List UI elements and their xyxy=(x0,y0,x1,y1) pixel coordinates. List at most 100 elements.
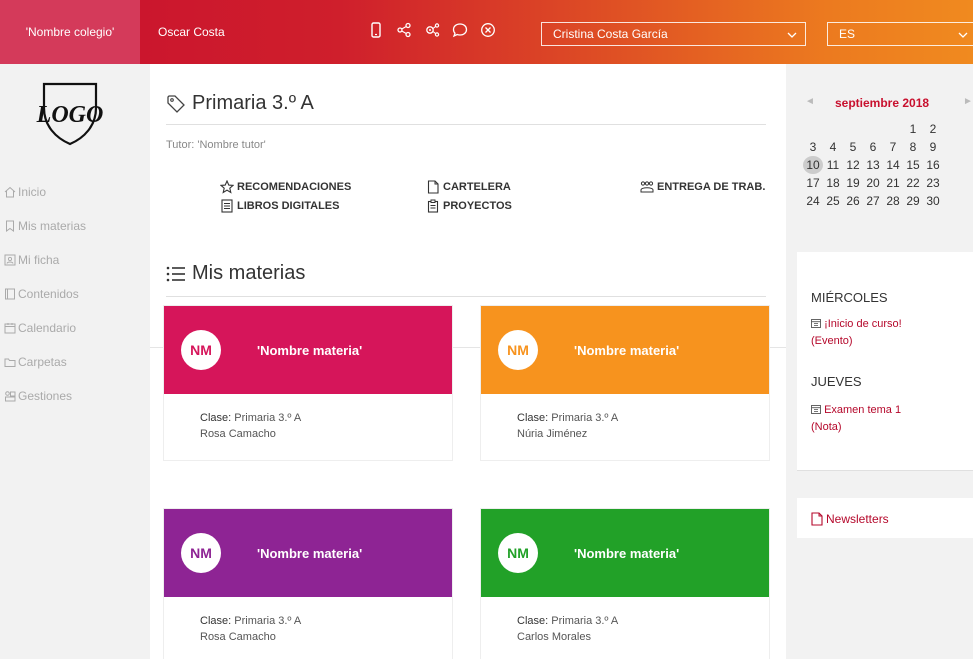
calendar-day[interactable]: 24 xyxy=(803,194,823,208)
tutor-label: Tutor: 'Nombre tutor' xyxy=(166,139,266,151)
link-cartelera[interactable]: CARTELERA xyxy=(426,180,511,194)
subject-card-header: NM 'Nombre materia' xyxy=(481,306,769,394)
star-icon xyxy=(220,180,234,194)
id-card-icon xyxy=(4,254,16,266)
link-entrega-trabajos[interactable]: ENTREGA DE TRAB. xyxy=(640,180,765,194)
calendar-day[interactable]: 16 xyxy=(923,158,943,172)
class-value: Primaria 3.º A xyxy=(234,412,302,424)
link-libros-digitales[interactable]: LIBROS DIGITALES xyxy=(220,199,339,213)
calendar-grid: 1 2 3 4 5 6 7 8 9 10 11 12 13 14 15 16 17 18 19 20 21 22 23 24 2… xyxy=(803,120,943,210)
event-day: JUEVES xyxy=(811,374,862,389)
calendar-day[interactable]: 28 xyxy=(883,194,903,208)
calendar-day[interactable]: 12 xyxy=(843,158,863,172)
user-name[interactable]: Oscar Costa xyxy=(158,0,225,64)
calendar-week: 24 25 26 27 28 29 30 xyxy=(803,192,943,210)
sidebar-item-mis-materias[interactable]: Mis materias xyxy=(0,209,86,243)
calendar-day[interactable]: 6 xyxy=(863,140,883,154)
class-label: Clase: xyxy=(200,615,232,627)
calendar-day[interactable]: 29 xyxy=(903,194,923,208)
section-title: Mis materias xyxy=(166,262,305,285)
book-icon xyxy=(221,199,233,213)
events-panel: MIÉRCOLES ¡Inicio de curso! (Evento) JUE… xyxy=(797,252,973,470)
link-label: LIBROS DIGITALES xyxy=(237,200,340,212)
calendar-day[interactable]: 2 xyxy=(923,122,943,136)
calendar-day[interactable]: 20 xyxy=(863,176,883,190)
subject-card[interactable]: NM 'Nombre materia' Clase: Primaria 3.º … xyxy=(164,509,452,659)
event-day: MIÉRCOLES xyxy=(811,290,888,305)
sidebar-item-calendario[interactable]: Calendario xyxy=(0,311,86,345)
subject-name: 'Nombre materia' xyxy=(257,545,363,561)
subject-card[interactable]: NM 'Nombre materia' Clase: Primaria 3.º … xyxy=(481,306,769,460)
event-item[interactable]: Examen tema 1 (Nota) xyxy=(811,402,901,436)
calendar-week: 3456789 xyxy=(803,138,943,156)
class-label: Clase: xyxy=(517,615,549,627)
calendar-day[interactable]: 8 xyxy=(903,140,923,154)
calendar-day[interactable]: 1 xyxy=(903,122,923,136)
chat-icon[interactable] xyxy=(452,22,468,38)
calendar-day[interactable]: 9 xyxy=(923,140,943,154)
sidebar-item-inicio[interactable]: Inicio xyxy=(0,175,86,209)
divider xyxy=(166,296,766,297)
calendar-day[interactable]: 5 xyxy=(843,140,863,154)
calendar-day[interactable]: 3 xyxy=(803,140,823,154)
mini-calendar: ◄ septiembre 2018 ► 1 2 3 4 5 6 7 8 9 10 11 12 13 14 1… xyxy=(797,90,973,240)
calendar-day[interactable]: 15 xyxy=(903,158,923,172)
calendar-day[interactable]: 23 xyxy=(923,176,943,190)
sidebar-nav: Inicio Mis materias Mi ficha Contenidos … xyxy=(0,175,86,413)
event-item[interactable]: ¡Inicio de curso! (Evento) xyxy=(811,316,902,350)
calendar-day[interactable]: 21 xyxy=(883,176,903,190)
link-label: CARTELERA xyxy=(443,181,511,193)
calendar-day[interactable]: 11 xyxy=(823,158,843,172)
calendar-day[interactable]: 17 xyxy=(803,176,823,190)
newsletter-panel: Newsletters xyxy=(797,498,973,538)
calendar-prev-button[interactable]: ◄ xyxy=(805,96,815,107)
home-icon xyxy=(4,186,16,198)
event-type: (Nota) xyxy=(811,421,842,433)
list-icon xyxy=(166,266,185,281)
tag-icon xyxy=(167,94,185,113)
calendar-day[interactable]: 25 xyxy=(823,194,843,208)
calendar-day[interactable]: 18 xyxy=(823,176,843,190)
sidebar-item-label: Mi ficha xyxy=(18,253,60,267)
svg-text:LOGO: LOGO xyxy=(36,102,104,128)
calendar-day[interactable]: 10 xyxy=(803,156,823,174)
calendar-day[interactable]: 19 xyxy=(843,176,863,190)
language-select[interactable]: ES xyxy=(827,22,973,46)
close-circle-icon[interactable] xyxy=(480,22,496,38)
page-title: Primaria 3.º A xyxy=(166,92,314,115)
class-value: Primaria 3.º A xyxy=(551,412,619,424)
user-select[interactable]: Cristina Costa García xyxy=(541,22,806,46)
page-title-text: Primaria 3.º A xyxy=(192,92,314,114)
network-settings-icon[interactable] xyxy=(424,22,440,38)
subject-card[interactable]: NM 'Nombre materia' Clase: Primaria 3.º … xyxy=(481,509,769,659)
calendar-day[interactable]: 7 xyxy=(883,140,903,154)
link-recomendaciones[interactable]: RECOMENDACIONES xyxy=(220,180,351,194)
subject-card[interactable]: NM 'Nombre materia' Clase: Primaria 3.º … xyxy=(164,306,452,460)
subject-card-body: Clase: Primaria 3.º A Núria Jiménez xyxy=(481,394,769,442)
calendar-day[interactable]: 14 xyxy=(883,158,903,172)
calendar-day[interactable]: 30 xyxy=(923,194,943,208)
school-logo[interactable]: LOGO xyxy=(30,78,110,148)
sidebar-item-contenidos[interactable]: Contenidos xyxy=(0,277,86,311)
calendar-day[interactable]: 13 xyxy=(863,158,883,172)
school-name[interactable]: 'Nombre colegio' xyxy=(0,0,140,64)
phone-icon[interactable] xyxy=(368,22,384,38)
share-icon[interactable] xyxy=(396,22,412,38)
sidebar-item-mi-ficha[interactable]: Mi ficha xyxy=(0,243,86,277)
calendar-day[interactable]: 26 xyxy=(843,194,863,208)
calendar-next-button[interactable]: ► xyxy=(963,96,973,107)
newsletter-link[interactable]: Newsletters xyxy=(811,512,889,526)
subject-card-body: Clase: Primaria 3.º A Carlos Morales xyxy=(481,597,769,645)
calendar-icon xyxy=(4,323,16,334)
divider xyxy=(797,470,973,471)
calendar-day[interactable]: 4 xyxy=(823,140,843,154)
calendar-day[interactable]: 22 xyxy=(903,176,923,190)
subject-initials: NM xyxy=(498,533,538,573)
subject-name: 'Nombre materia' xyxy=(257,342,363,358)
link-proyectos[interactable]: PROYECTOS xyxy=(426,199,512,213)
sidebar-item-carpetas[interactable]: Carpetas xyxy=(0,345,86,379)
quick-links: RECOMENDACIONES CARTELERA ENTREGA DE TRA… xyxy=(150,179,786,348)
section-title-text: Mis materias xyxy=(192,262,306,284)
sidebar-item-gestiones[interactable]: Gestiones xyxy=(0,379,86,413)
calendar-day[interactable]: 27 xyxy=(863,194,883,208)
